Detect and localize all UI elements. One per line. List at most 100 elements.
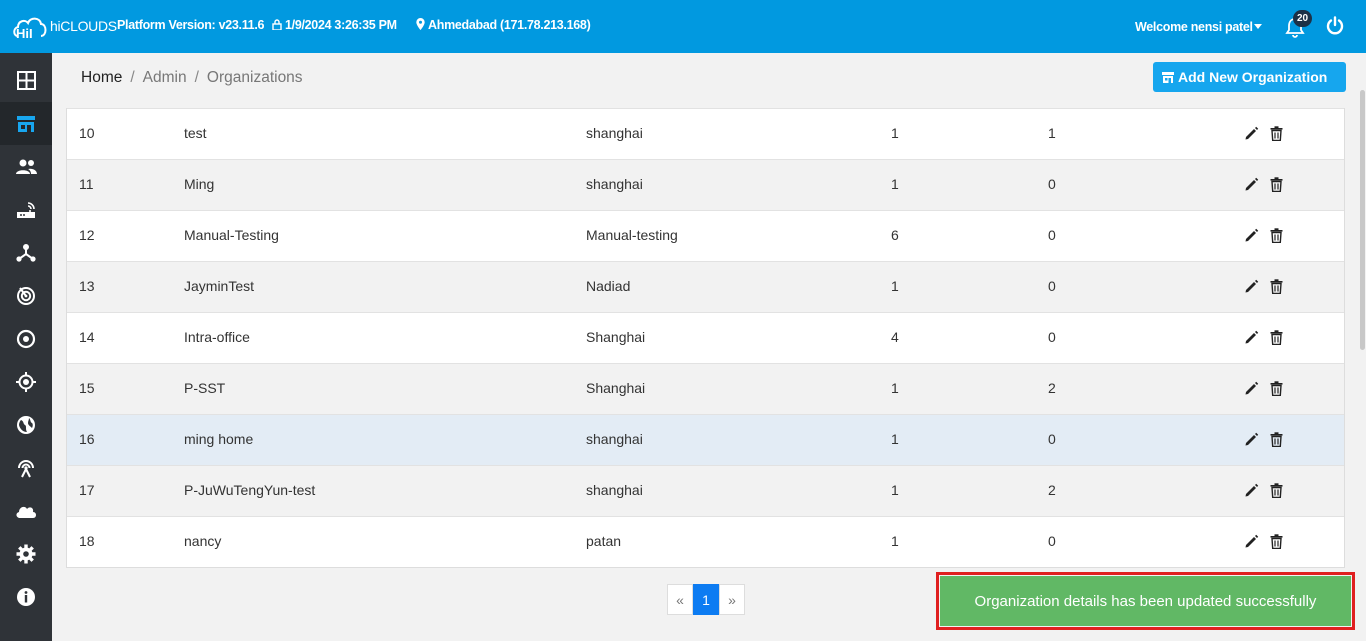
table-row[interactable]: 13 JayminTest Nadiad 1 0 xyxy=(67,261,1344,312)
sidebar-item-users[interactable] xyxy=(0,145,52,188)
top-header: HiI hiCLOUDS Platform Version: v23.11.6 … xyxy=(0,0,1366,53)
row-id: 14 xyxy=(79,329,95,345)
delete-icon[interactable] xyxy=(1270,126,1283,144)
row-count-a: 1 xyxy=(891,278,899,294)
delete-icon[interactable] xyxy=(1270,330,1283,348)
sidebar xyxy=(0,53,52,641)
sidebar-item-cloud[interactable] xyxy=(0,489,52,532)
delete-icon[interactable] xyxy=(1270,177,1283,195)
edit-icon[interactable] xyxy=(1244,483,1259,501)
row-count-a: 6 xyxy=(891,227,899,243)
pagination-page-1[interactable]: 1 xyxy=(693,584,719,615)
row-city: shanghai xyxy=(586,176,643,192)
chevron-down-icon[interactable] xyxy=(1254,24,1262,29)
row-city: Shanghai xyxy=(586,329,646,345)
table-row[interactable]: 11 Ming shanghai 1 0 xyxy=(67,159,1344,210)
row-count-b: 0 xyxy=(1048,431,1056,447)
user-menu-toggle[interactable]: Welcome nensi patel xyxy=(1135,20,1253,34)
globe-icon xyxy=(17,415,35,434)
row-count-b: 2 xyxy=(1048,482,1056,498)
row-count-b: 2 xyxy=(1048,380,1056,396)
sidebar-item-antenna[interactable] xyxy=(0,446,52,489)
row-city: shanghai xyxy=(586,482,643,498)
table-row[interactable]: 18 nancy patan 1 0 xyxy=(67,516,1344,567)
edit-icon[interactable] xyxy=(1244,534,1259,552)
delete-icon[interactable] xyxy=(1270,381,1283,399)
row-city: shanghai xyxy=(586,431,643,447)
edit-icon[interactable] xyxy=(1244,177,1259,195)
row-name: ming home xyxy=(184,431,254,447)
antenna-icon xyxy=(18,459,34,477)
notification-badge[interactable]: 20 xyxy=(1293,10,1312,27)
dashboard-icon xyxy=(16,71,36,90)
pagination: « 1 » xyxy=(667,584,745,615)
edit-icon[interactable] xyxy=(1244,330,1259,348)
row-count-b: 0 xyxy=(1048,329,1056,345)
pagination-prev[interactable]: « xyxy=(667,584,693,615)
row-name: Intra-office xyxy=(184,329,250,345)
power-icon[interactable] xyxy=(1325,16,1345,36)
table-row[interactable]: 14 Intra-office Shanghai 4 0 xyxy=(67,312,1344,363)
delete-icon[interactable] xyxy=(1270,228,1283,246)
sidebar-item-organizations[interactable] xyxy=(0,102,52,145)
row-count-a: 1 xyxy=(891,482,899,498)
row-id: 17 xyxy=(79,482,95,498)
breadcrumb-separator: / xyxy=(130,69,135,86)
table-row[interactable]: 17 P-JuWuTengYun-test shanghai 1 2 xyxy=(67,465,1344,516)
row-name: Ming xyxy=(184,176,215,192)
radar-icon xyxy=(17,286,35,305)
row-count-b: 0 xyxy=(1048,278,1056,294)
table-row[interactable]: 16 ming home shanghai 1 0 xyxy=(67,414,1344,465)
sidebar-item-global[interactable] xyxy=(0,403,52,446)
delete-icon[interactable] xyxy=(1270,432,1283,450)
sidebar-item-about[interactable] xyxy=(0,575,52,618)
sidebar-item-target[interactable] xyxy=(0,317,52,360)
edit-icon[interactable] xyxy=(1244,432,1259,450)
sidebar-item-network[interactable] xyxy=(0,231,52,274)
cloud-icon xyxy=(16,506,36,518)
row-city: shanghai xyxy=(586,125,643,141)
cloud-logo-icon: HiI xyxy=(13,17,47,40)
sidebar-item-devices[interactable] xyxy=(0,188,52,231)
row-name: P-JuWuTengYun-test xyxy=(184,482,316,498)
edit-icon[interactable] xyxy=(1244,381,1259,399)
map-pin-icon xyxy=(416,18,425,30)
store-icon xyxy=(17,115,35,132)
row-count-b: 1 xyxy=(1048,125,1056,141)
sidebar-item-radar[interactable] xyxy=(0,274,52,317)
table-row[interactable]: 12 Manual-Testing Manual-testing 6 0 xyxy=(67,210,1344,261)
pagination-next[interactable]: » xyxy=(719,584,745,615)
row-id: 18 xyxy=(79,533,95,549)
edit-icon[interactable] xyxy=(1244,126,1259,144)
row-count-a: 1 xyxy=(891,125,899,141)
edit-icon[interactable] xyxy=(1244,228,1259,246)
lock-icon xyxy=(272,19,282,31)
row-city: Manual-testing xyxy=(586,227,678,243)
row-count-a: 1 xyxy=(891,380,899,396)
sidebar-item-dashboard[interactable] xyxy=(0,59,52,102)
breadcrumb-home[interactable]: Home xyxy=(81,69,122,86)
router-icon xyxy=(17,201,35,218)
users-icon xyxy=(15,159,37,174)
sidebar-item-settings[interactable] xyxy=(0,532,52,575)
delete-icon[interactable] xyxy=(1270,279,1283,297)
sidebar-item-location[interactable] xyxy=(0,360,52,403)
hiclouds-logo[interactable]: HiI hiCLOUDS xyxy=(12,12,117,40)
row-id: 11 xyxy=(79,176,94,192)
table-row[interactable]: 10 test shanghai 1 1 xyxy=(67,108,1344,159)
breadcrumb-admin[interactable]: Admin xyxy=(143,69,187,86)
row-city: Nadiad xyxy=(586,278,631,294)
add-new-organization-button[interactable]: Add New Organization xyxy=(1153,62,1346,92)
row-count-b: 0 xyxy=(1048,227,1056,243)
scrollbar-thumb[interactable] xyxy=(1360,90,1365,350)
edit-icon[interactable] xyxy=(1244,279,1259,297)
success-toast[interactable]: Organization details has been updated su… xyxy=(940,576,1351,626)
row-city: Shanghai xyxy=(586,380,646,396)
row-count-a: 1 xyxy=(891,533,899,549)
row-count-a: 4 xyxy=(891,329,899,345)
table-row[interactable]: 15 P-SST Shanghai 1 2 xyxy=(67,363,1344,414)
row-count-b: 0 xyxy=(1048,176,1056,192)
delete-icon[interactable] xyxy=(1270,483,1283,501)
breadcrumb-separator: / xyxy=(194,69,199,86)
delete-icon[interactable] xyxy=(1270,534,1283,552)
